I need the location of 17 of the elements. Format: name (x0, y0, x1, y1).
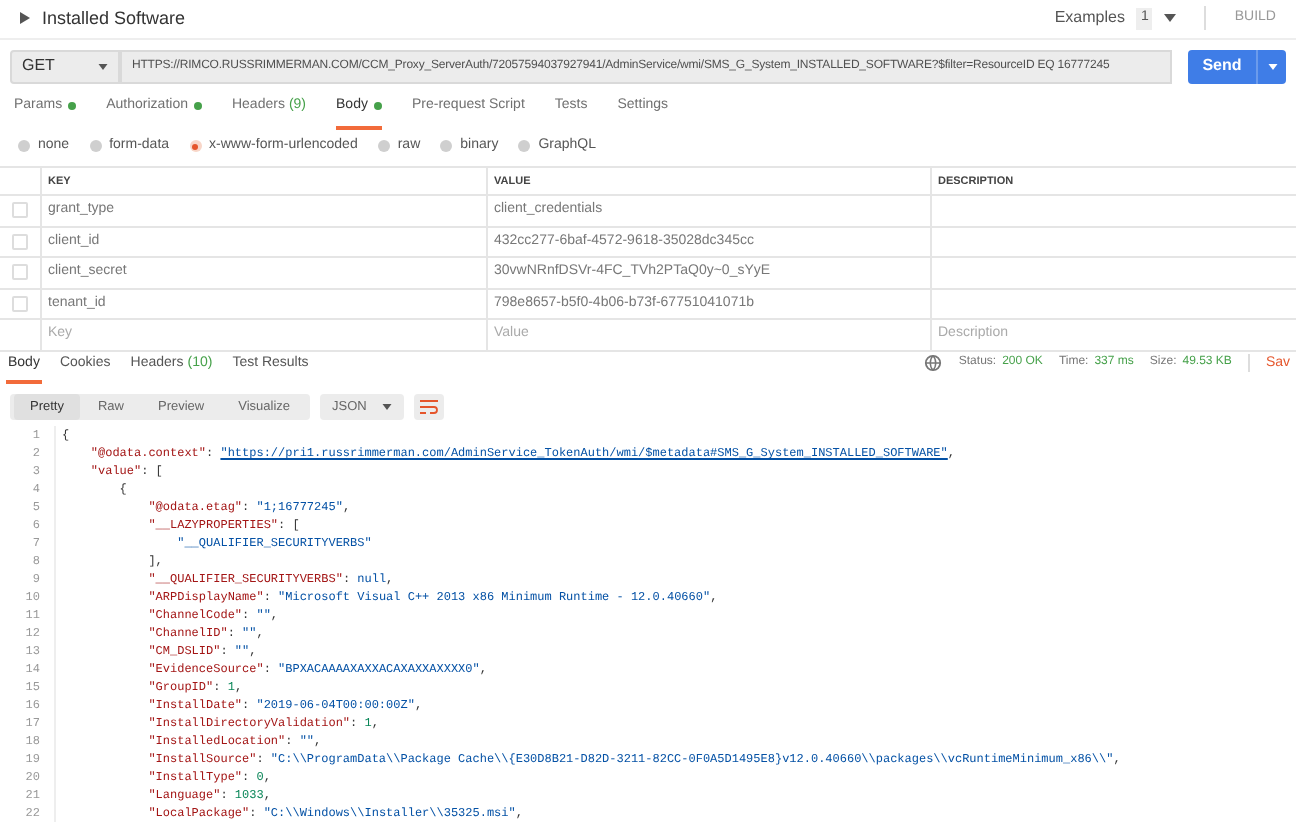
wrap-lines-icon (420, 400, 439, 414)
method-dropdown[interactable]: GET (10, 49, 120, 85)
caret-icon (382, 404, 393, 410)
row-checkbox[interactable] (12, 264, 28, 281)
request-title: Installed Software (42, 5, 186, 32)
dropdown-caret-icon[interactable] (1164, 14, 1177, 23)
examples-label[interactable]: Examples (1054, 6, 1125, 31)
caret-icon (98, 63, 108, 70)
globe-icon[interactable] (924, 354, 943, 373)
caret-icon (1267, 63, 1277, 70)
row-checkbox[interactable] (12, 233, 28, 250)
wrap-lines-button[interactable] (414, 394, 445, 420)
caret-icon[interactable] (20, 12, 30, 25)
row-checkbox[interactable] (12, 295, 28, 312)
row-checkbox[interactable] (12, 202, 28, 219)
send-button[interactable]: Send (1188, 49, 1256, 85)
send-options-button[interactable] (1256, 49, 1286, 85)
